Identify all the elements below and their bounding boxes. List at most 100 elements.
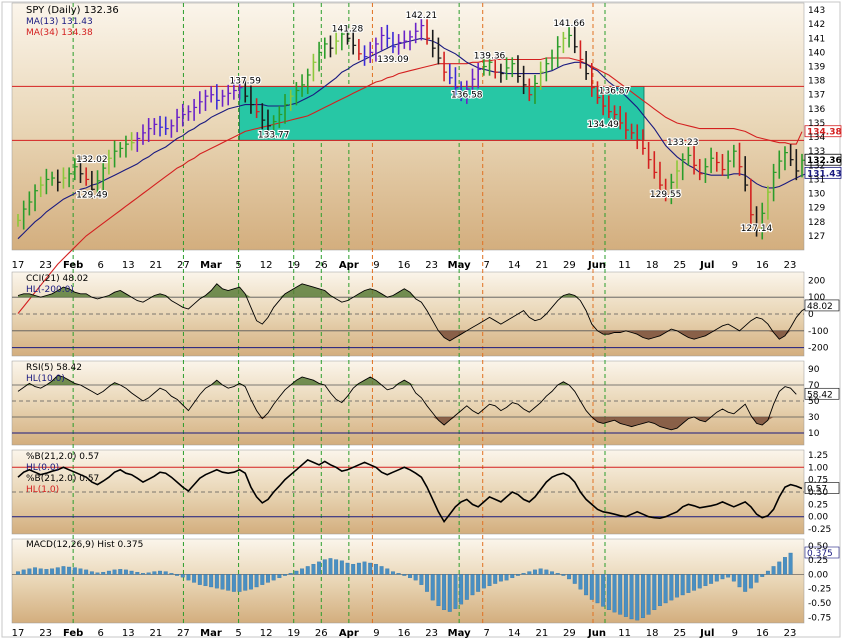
macd-hist-bar <box>743 574 748 592</box>
date-label: 21 <box>149 260 162 271</box>
y-tick-label: 128 <box>808 218 825 228</box>
y-tick-label: 127 <box>808 232 825 242</box>
macd-hist-bar <box>402 574 407 576</box>
macd-hist-bar <box>175 574 180 576</box>
pctb-title: %B(21,2.0) 0.57 <box>26 452 99 462</box>
macd-hist-bar <box>777 561 782 575</box>
macd-hist-bar <box>515 574 520 576</box>
macd-hist-bar <box>464 574 469 600</box>
macd-hist-bar <box>720 574 725 580</box>
macd-hist-bar <box>271 574 276 581</box>
legend-ma34: MA(34) 134.38 <box>26 28 93 38</box>
macd-hist-bar <box>737 574 742 588</box>
date-label: Feb <box>63 260 83 271</box>
y-tick-label: 133 <box>808 147 825 157</box>
macd-hist-bar <box>101 571 106 575</box>
date-label: 9 <box>732 260 738 271</box>
macd-hist-bar <box>294 570 299 575</box>
macd-y-tick: -0.25 <box>808 585 831 595</box>
date-label-bottom: 9 <box>373 628 379 639</box>
macd-hist-bar <box>646 574 651 615</box>
y-tick-label: 134 <box>808 133 825 143</box>
macd-hist-bar <box>248 574 253 590</box>
macd-hist-bar <box>84 569 89 575</box>
macd-hist-bar <box>123 569 128 575</box>
macd-hist-bar <box>209 574 214 588</box>
date-label-bottom: 21 <box>149 628 162 639</box>
macd-hist-bar <box>67 566 72 575</box>
y-tick-label: 142 <box>808 20 825 30</box>
date-label-bottom: 23 <box>39 628 52 639</box>
date-label-bottom: 21 <box>535 628 548 639</box>
rsi-y-tick: 10 <box>808 429 820 439</box>
date-label-bottom: 5 <box>235 628 241 639</box>
price-annotation: 136.58 <box>451 91 483 101</box>
macd-hist-bar <box>356 562 361 575</box>
macd-hist-bar <box>555 573 560 575</box>
date-label: 16 <box>398 260 411 271</box>
date-label: 27 <box>177 260 190 271</box>
macd-hist-bar <box>44 569 49 575</box>
panel-rsi <box>11 360 805 446</box>
date-label-bottom: Apr <box>339 628 359 639</box>
macd-hist-bar <box>419 574 424 585</box>
macd-hist-bar <box>510 574 515 579</box>
macd-hist-bar <box>589 574 594 600</box>
price-annotation: 139.09 <box>377 55 409 65</box>
date-label-bottom: 13 <box>122 628 135 639</box>
macd-hist-bar <box>533 569 537 575</box>
macd-hist-bar <box>686 574 691 593</box>
rsi-title: RSI(5) 58.42 <box>26 363 82 373</box>
macd-hist-bar <box>760 574 765 577</box>
macd-hist-bar <box>623 574 628 617</box>
macd-hist-bar <box>226 574 231 591</box>
date-label: 29 <box>563 260 576 271</box>
macd-hist-bar <box>283 574 287 576</box>
macd-hist-bar <box>731 574 736 582</box>
pctb-hl1-legend: HL(1.0) <box>26 485 59 495</box>
date-label: 12 <box>260 260 273 271</box>
price-annotation: 141.66 <box>553 19 585 29</box>
macd-hist-bar <box>197 574 202 585</box>
date-label: 9 <box>373 260 379 271</box>
rsi-y-tick: 70 <box>808 381 820 391</box>
macd-hist-bar <box>152 571 157 575</box>
date-label: 11 <box>618 260 631 271</box>
price-annotation: 132.02 <box>76 155 108 165</box>
y-tick-label: 140 <box>808 48 825 58</box>
date-label-bottom: 23 <box>425 628 438 639</box>
macd-hist-bar <box>476 574 481 592</box>
date-label-bottom: 7 <box>484 628 490 639</box>
macd-hist-bar <box>192 574 197 583</box>
y-tick-label: 136 <box>808 105 825 115</box>
date-label: 13 <box>122 260 135 271</box>
y-tick-label: 131 <box>808 175 825 185</box>
macd-hist-bar <box>379 566 384 575</box>
pctb-hl0-legend: HL(0.0) <box>26 463 59 473</box>
date-label-bottom: 16 <box>756 628 769 639</box>
y-tick-label: 132 <box>808 161 825 171</box>
date-label-bottom: 14 <box>508 628 521 639</box>
date-label: 23 <box>784 260 797 271</box>
macd-hist-bar <box>493 574 498 584</box>
date-label-bottom: 12 <box>260 628 273 639</box>
macd-hist-bar <box>663 574 668 604</box>
macd-hist-bar <box>288 573 293 575</box>
macd-hist-bar <box>714 574 719 582</box>
y-tick-label: 130 <box>808 190 825 200</box>
macd-hist-bar <box>396 573 401 575</box>
price-annotation: 142.21 <box>406 11 438 21</box>
macd-hist-bar <box>260 574 265 585</box>
macd-hist-bar <box>447 574 452 612</box>
macd-hist-bar <box>754 574 759 583</box>
pctb-y-tick: 0.50 <box>808 488 828 498</box>
y-tick-label: 137 <box>808 91 825 101</box>
price-annotation: 139.36 <box>474 51 506 61</box>
macd-hist-bar <box>317 561 322 575</box>
macd-y-tick: 0.25 <box>808 556 828 566</box>
macd-hist-bar <box>186 574 191 581</box>
macd-hist-bar <box>203 574 208 587</box>
date-label-bottom: 19 <box>287 628 300 639</box>
macd-hist-bar <box>237 574 242 592</box>
macd-hist-bar <box>351 563 356 575</box>
